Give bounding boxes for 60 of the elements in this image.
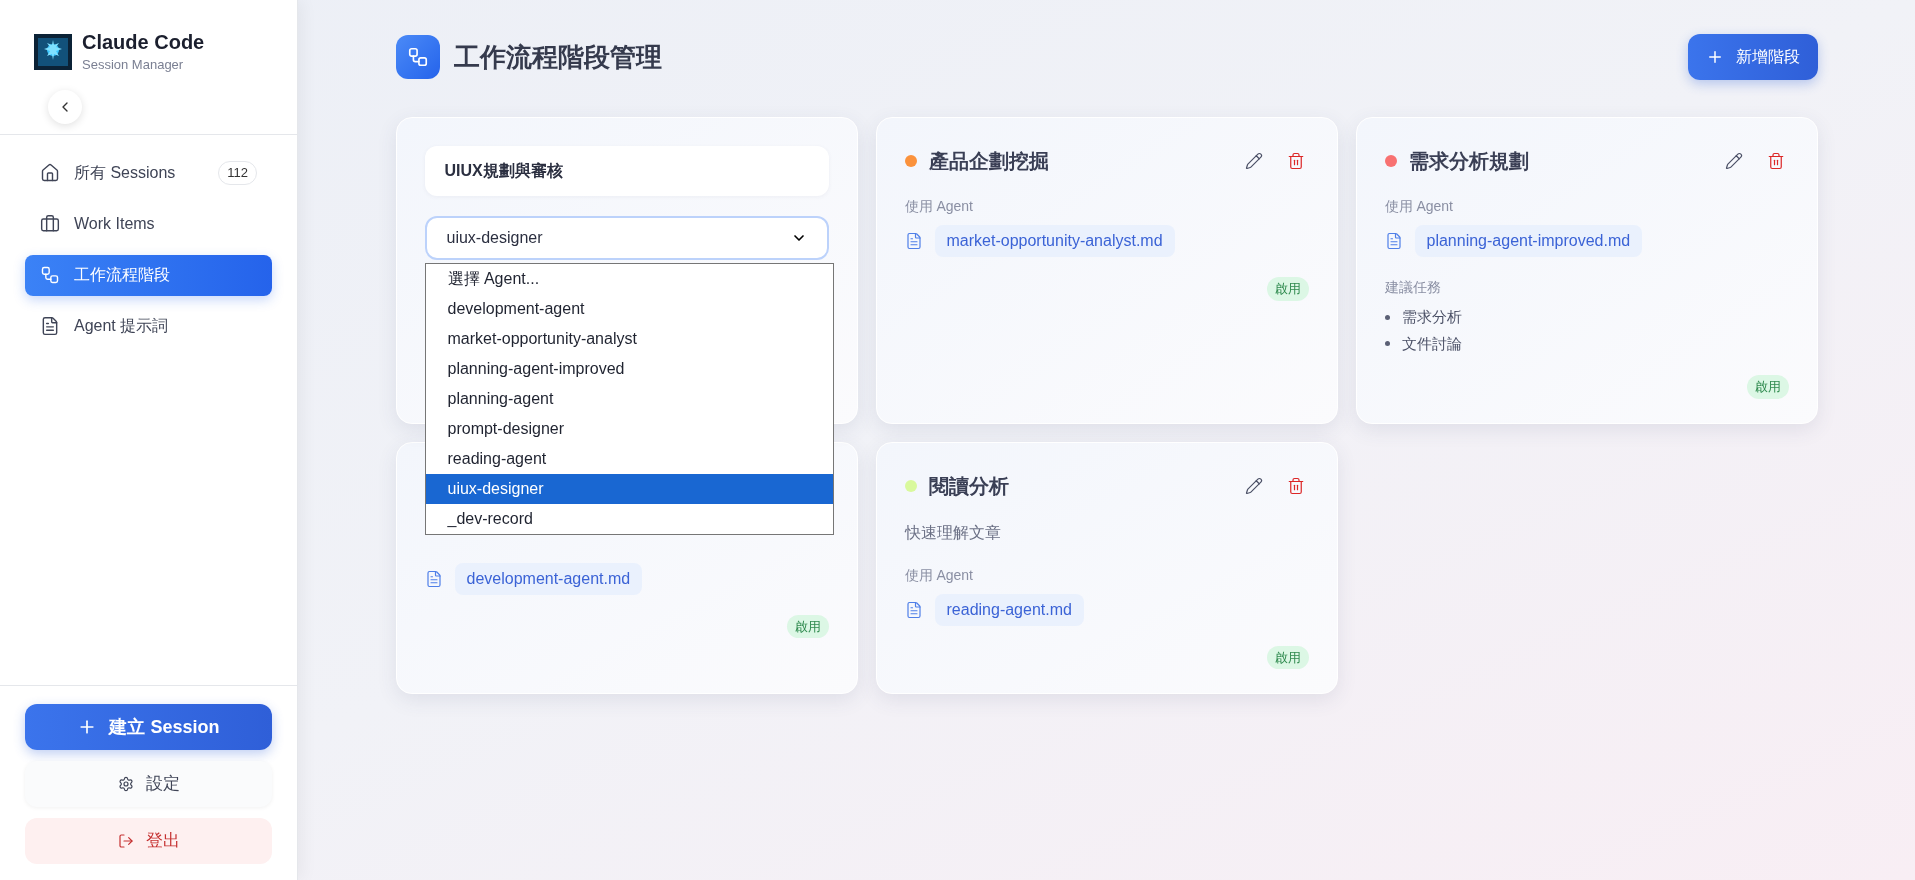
workflow-icon [395,35,440,79]
agent-select[interactable]: uiux-designer [424,216,829,260]
app-subtitle: Session Manager [82,56,185,74]
create-session-button[interactable]: 建立 Session [25,704,272,750]
document-icon [40,316,60,336]
bullet-icon [1384,314,1390,320]
trash-icon [1766,152,1785,170]
dropdown-option[interactable]: uiux-designer [425,474,833,504]
page-title: 工作流程階段管理 [453,40,662,74]
nav-item[interactable]: Agent 提示詞 [25,305,272,347]
settings-icon [117,776,134,792]
pencil-icon [1244,152,1263,170]
dropdown-option[interactable]: planning-agent-improved [425,354,833,384]
logo-icon [34,34,72,71]
dropdown-option[interactable]: development-agent [425,294,833,324]
pencil-icon [1244,476,1263,495]
agent-file-chip: planning-agent-improved.md [1414,225,1643,257]
status-badge: 啟用 [786,614,829,638]
stage-title: 閱讀分析 [928,473,1009,499]
trash-icon [1286,152,1305,170]
settings-button[interactable]: 設定 [25,761,272,807]
task-item: 文件討論 [1401,333,1462,354]
stage-description: 快速理解文章 [904,522,1002,543]
agent-file-chip: market-opportunity-analyst.md [934,225,1175,257]
nav-item[interactable]: Work Items [25,203,272,245]
agent-file-chip: reading-agent.md [934,593,1084,626]
agent-label: 使用 Agent [904,565,974,585]
status-badge: 啟用 [1266,645,1309,669]
document-icon [424,569,443,588]
trash-icon [1286,476,1305,495]
agent-label: 使用 Agent [1384,197,1454,216]
nav-item[interactable]: 所有 Sessions 112 [25,152,272,194]
logout-button[interactable]: 登出 [25,818,272,864]
dropdown-option[interactable]: 選擇 Agent... [425,264,833,294]
stage-title: 需求分析規劃 [1408,149,1529,174]
pencil-icon [1724,152,1743,170]
document-icon [904,232,923,250]
name-input-field[interactable]: UIUX規劃與審核 [424,146,829,196]
home-icon [40,163,60,183]
document-icon [904,600,923,619]
stage-title: 產品企劃挖掘 [928,149,1049,174]
agent-file-chip: development-agent.md [454,562,643,595]
dropdown-option[interactable]: reading-agent [425,444,833,474]
app-title: Claude Code [82,30,205,55]
status-badge: 啟用 [1266,277,1309,301]
nav-item[interactable]: 工作流程階段 [25,254,272,296]
dropdown-option[interactable]: market-opportunity-analyst [425,324,833,354]
workflow-icon [40,265,60,285]
agent-label: 使用 Agent [904,197,974,216]
briefcase-icon [40,214,60,234]
add-stage-button[interactable]: 新增階段 [1687,34,1818,80]
status-badge: 啟用 [1746,375,1789,399]
task-item: 需求分析 [1401,307,1462,327]
logout-icon [117,833,134,849]
dropdown-option[interactable]: _dev-record [425,504,833,534]
tasks-label: 建議任務 [1384,278,1442,297]
bullet-icon [1384,341,1390,347]
document-icon [1384,232,1403,250]
dropdown-option[interactable]: planning-agent [425,384,833,414]
dropdown-option[interactable]: prompt-designer [425,414,833,444]
